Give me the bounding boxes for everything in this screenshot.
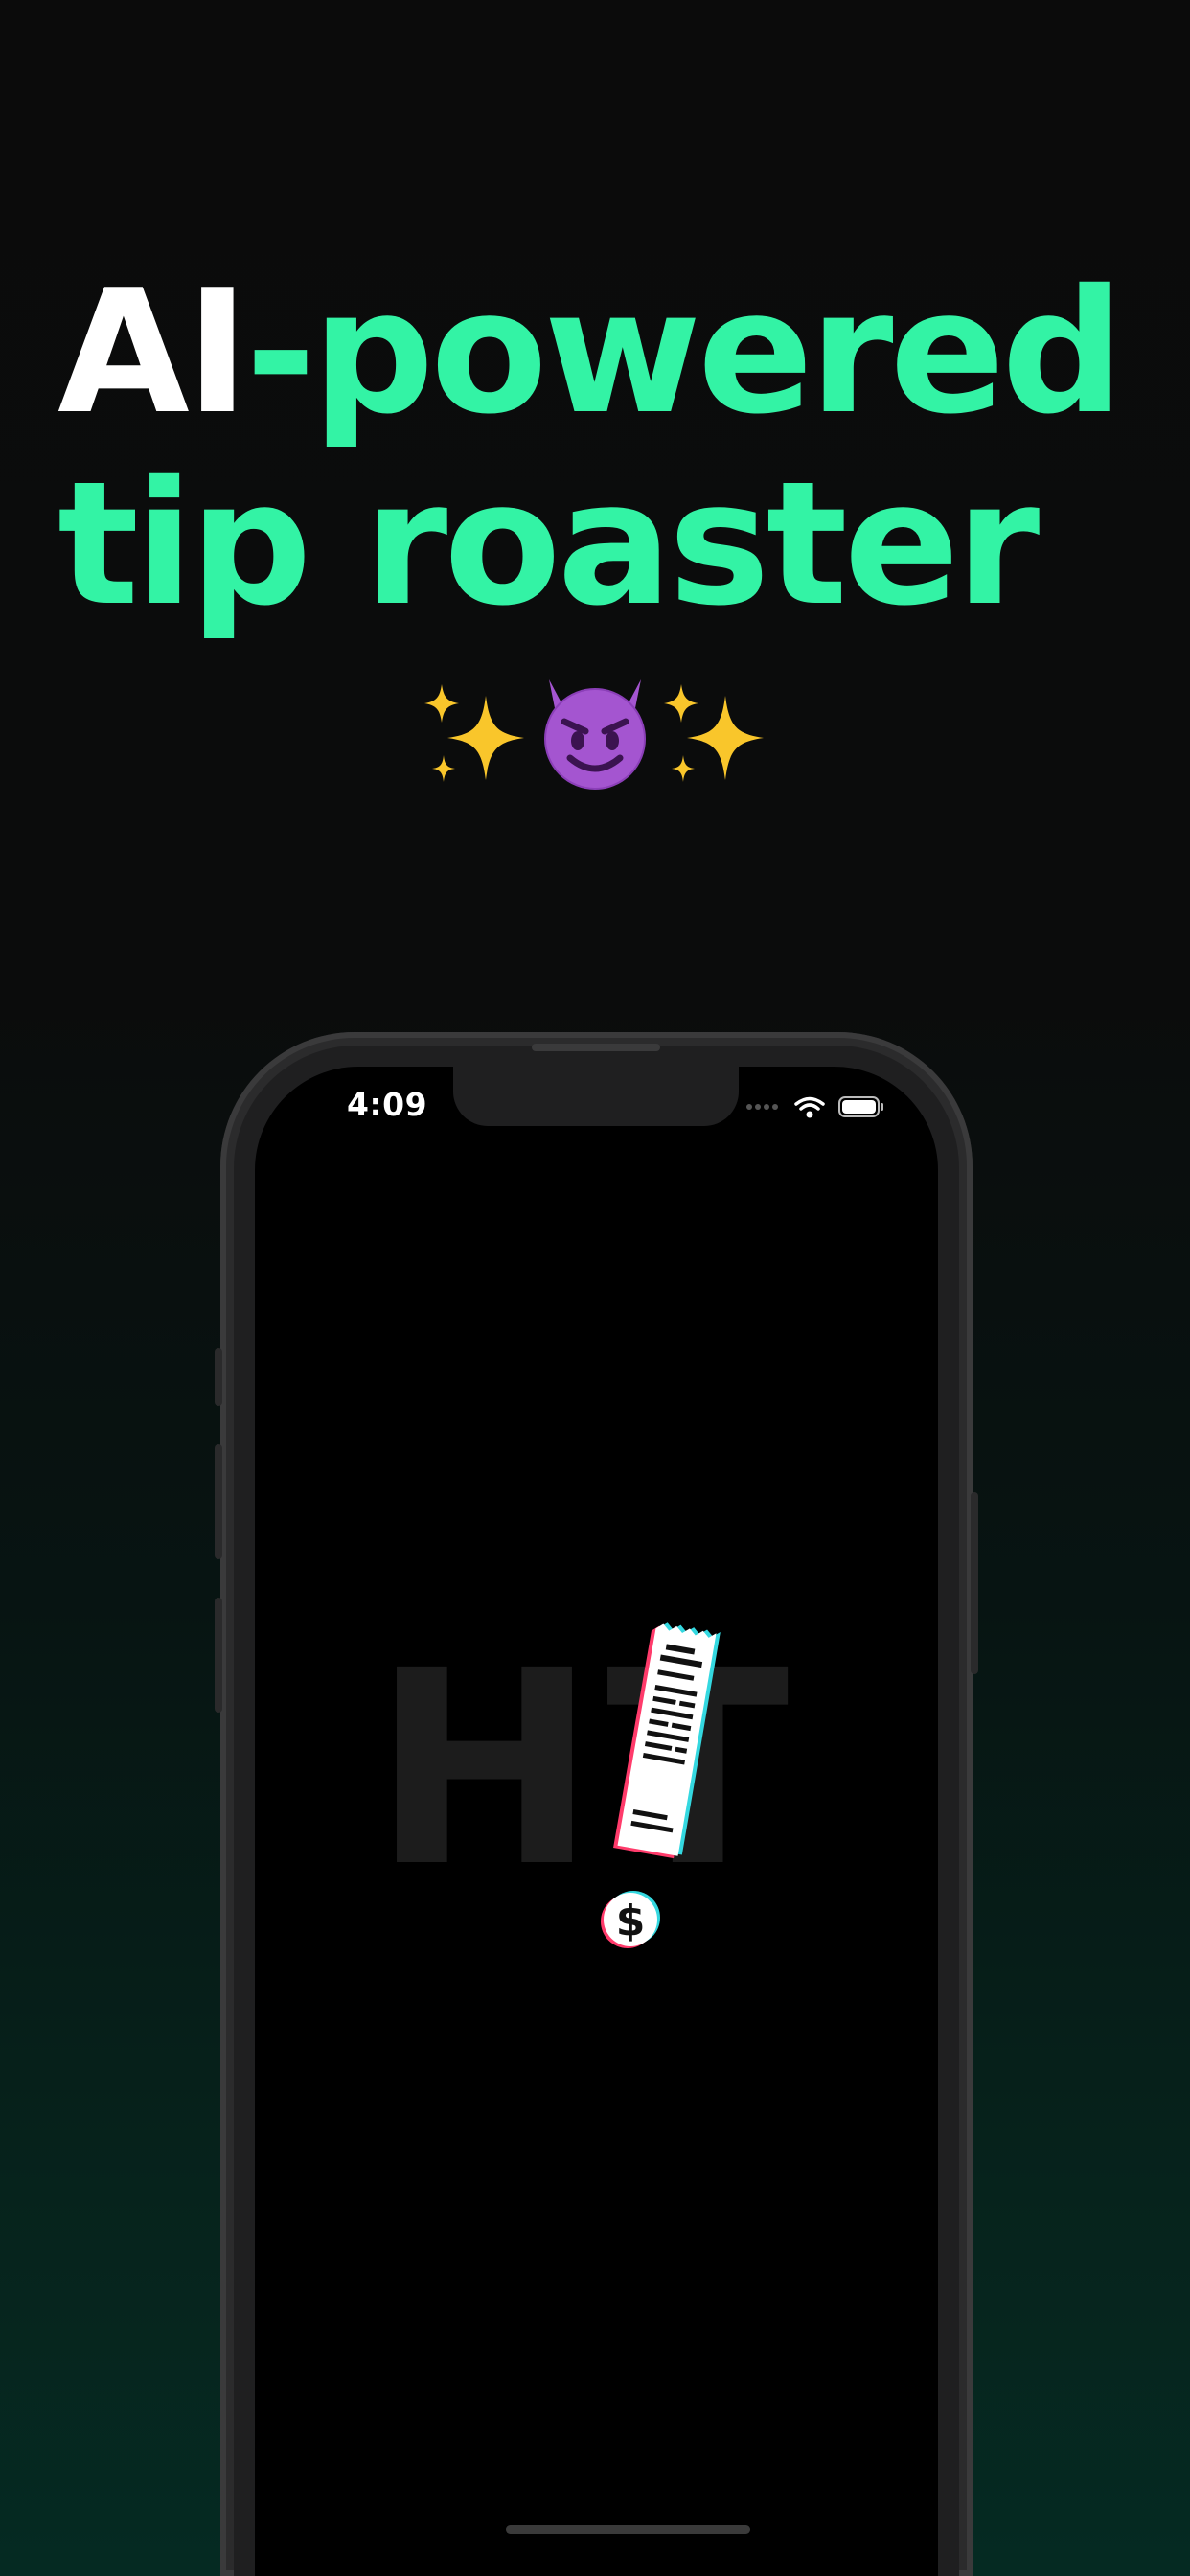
home-indicator	[506, 2525, 750, 2534]
coin-symbol: $	[616, 1897, 646, 1945]
headline-line-1: AI-powered	[57, 257, 1150, 448]
smiling-devil-icon	[544, 679, 646, 790]
headline-line-2: tip roaster	[57, 445, 1040, 643]
sparkles-icon	[424, 684, 524, 782]
power-button	[971, 1492, 978, 1674]
splash-artwork: HT $	[372, 1614, 798, 1948]
headline: AI-powered tip roaster	[57, 257, 1150, 640]
emoji-row	[0, 671, 1190, 795]
sparkles-icon	[664, 684, 764, 782]
phone-screen: 4:09 HT $	[255, 1067, 938, 2576]
phone-mockup: 4:09 HT $	[215, 1032, 978, 2576]
headline-ai: AI	[57, 253, 249, 451]
splash-background-letters: HT	[372, 1614, 798, 1926]
top-speaker	[532, 1044, 660, 1051]
volume-up-button	[215, 1444, 222, 1559]
headline-powered: -powered	[245, 253, 1124, 451]
volume-down-button	[215, 1598, 222, 1713]
side-button	[215, 1348, 222, 1406]
